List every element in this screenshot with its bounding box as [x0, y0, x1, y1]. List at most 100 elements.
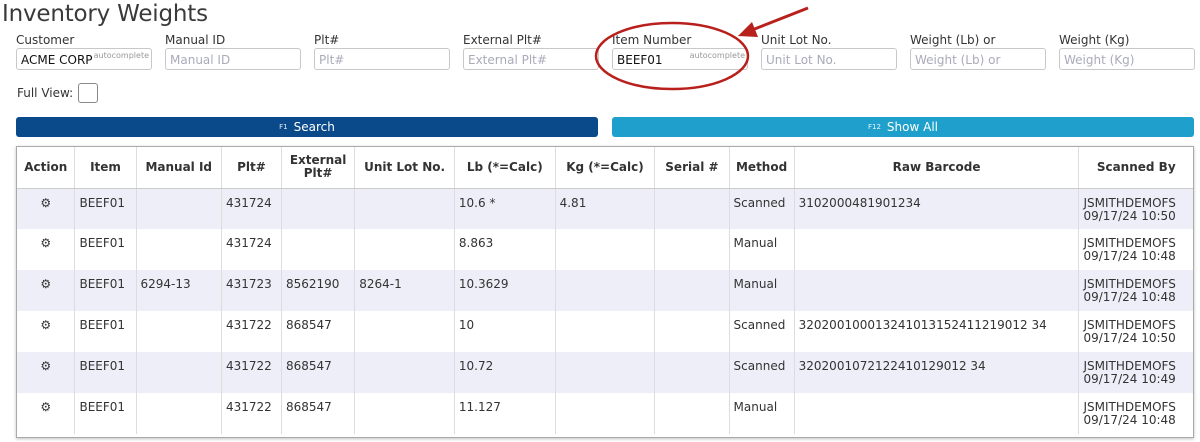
gears-icon[interactable]: ⚙ [40, 318, 51, 332]
unit-lot-field: Unit Lot No. [761, 33, 897, 70]
unit-lot-label: Unit Lot No. [761, 33, 832, 47]
weight-kg-field: Weight (Kg) [1059, 33, 1195, 70]
header-lb[interactable]: Lb (*=Calc) [454, 147, 556, 189]
plt-label: Plt# [314, 33, 340, 47]
gears-icon[interactable]: ⚙ [40, 400, 51, 414]
header-serial[interactable]: Serial # [654, 147, 730, 189]
scanned-by-user: JSMITHDEMOFS [1083, 359, 1176, 373]
cell-external-plt [281, 188, 356, 229]
plt-input[interactable] [315, 50, 449, 70]
header-manual-id[interactable]: Manual Id [136, 147, 222, 189]
cell-scanned-by: JSMITHDEMOFS 09/17/24 10:48 [1078, 393, 1193, 434]
cell-raw-barcode: 320200100013241013152411219012 34 [794, 311, 1080, 352]
weight-kg-label: Weight (Kg) [1059, 33, 1130, 47]
plt-box [314, 48, 450, 70]
cell-kg [555, 270, 656, 311]
cell-kg [555, 393, 656, 434]
cell-external-plt: 868547 [281, 393, 356, 434]
row-action-cell: ⚙ [17, 393, 76, 434]
full-view-label: Full View: [17, 86, 74, 100]
show-all-button-label: Show All [886, 120, 938, 134]
scanned-by-user: JSMITHDEMOFS [1083, 195, 1176, 210]
header-raw-barcode[interactable]: Raw Barcode [794, 147, 1080, 189]
weight-kg-input[interactable] [1060, 50, 1194, 70]
external-plt-input[interactable] [464, 50, 598, 70]
full-view-checkbox[interactable] [78, 83, 99, 103]
cell-item: BEEF01 [74, 270, 137, 311]
cell-plt: 431722 [221, 311, 282, 352]
customer-input[interactable] [17, 50, 151, 70]
cell-raw-barcode: 3202001072122410129012 34 [794, 352, 1080, 393]
cell-manual-id [136, 188, 222, 229]
cell-method: Manual [729, 393, 795, 434]
gears-icon[interactable]: ⚙ [40, 359, 51, 373]
manual-id-box [165, 48, 301, 70]
header-external-plt-line1: External [289, 153, 347, 168]
header-item[interactable]: Item [74, 147, 137, 189]
search-button-label: Search [293, 120, 335, 134]
customer-field: Customer autocomplete [16, 33, 152, 70]
header-unit-lot[interactable]: Unit Lot No. [354, 147, 455, 189]
scanned-by-time: 09/17/24 10:48 [1083, 413, 1176, 427]
cell-kg [555, 352, 656, 393]
header-external-plt[interactable]: External Plt# [281, 147, 356, 189]
cell-item: BEEF01 [74, 188, 137, 229]
gears-icon[interactable]: ⚙ [40, 277, 51, 291]
cell-scanned-by: JSMITHDEMOFS 09/17/24 10:50 [1078, 188, 1193, 229]
cell-manual-id [136, 311, 222, 352]
cell-unit-lot [354, 229, 455, 270]
table-row: ⚙ BEEF01 431722 868547 11.127 Manual JSM… [17, 393, 1193, 434]
show-all-button[interactable]: F12 Show All [612, 117, 1194, 137]
cell-serial [654, 188, 730, 229]
cell-method: Scanned [729, 352, 795, 393]
cell-manual-id [136, 229, 222, 270]
gears-icon[interactable]: ⚙ [40, 236, 51, 250]
manual-id-label: Manual ID [165, 33, 226, 47]
gears-icon[interactable]: ⚙ [40, 196, 51, 210]
cell-method: Manual [729, 229, 795, 270]
header-action[interactable]: Action [17, 147, 76, 189]
manual-id-input[interactable] [166, 50, 300, 70]
table-row: ⚙ BEEF01 431722 868547 10 Scanned 320200… [17, 311, 1193, 352]
row-action-cell: ⚙ [17, 270, 76, 311]
cell-raw-barcode [794, 229, 1080, 270]
unit-lot-input[interactable] [762, 50, 896, 70]
item-number-field: Item Number autocomplete [612, 33, 748, 70]
scanned-by-user: JSMITHDEMOFS [1083, 277, 1176, 291]
cell-method: Scanned [729, 311, 795, 352]
page-title: Inventory Weights [2, 1, 208, 27]
cell-serial [654, 393, 730, 434]
cell-lb: 10.72 [454, 352, 556, 393]
cell-kg: 4.81 [555, 188, 656, 229]
scanned-by-time: 09/17/24 10:49 [1083, 372, 1176, 386]
weight-lb-box [910, 48, 1046, 70]
header-method[interactable]: Method [729, 147, 795, 189]
header-kg[interactable]: Kg (*=Calc) [555, 147, 656, 189]
search-button[interactable]: F1 Search [16, 117, 598, 137]
results-table: Action Item Manual Id Plt# External Plt# … [17, 147, 1193, 434]
cell-item: BEEF01 [74, 229, 137, 270]
row-action-cell: ⚙ [17, 188, 76, 229]
manual-id-field: Manual ID [165, 33, 301, 70]
customer-box: autocomplete [16, 48, 152, 70]
cell-raw-barcode: 3102000481901234 [794, 188, 1080, 229]
cell-raw-barcode [794, 393, 1080, 434]
item-number-label: Item Number [612, 33, 692, 47]
weight-lb-input[interactable] [911, 50, 1045, 70]
cell-item: BEEF01 [74, 311, 137, 352]
cell-plt: 431724 [221, 229, 282, 270]
table-row: ⚙ BEEF01 431724 8.863 Manual JSMITHDEMOF… [17, 229, 1193, 270]
cell-external-plt: 8562190 [281, 270, 356, 311]
cell-scanned-by: JSMITHDEMOFS 09/17/24 10:48 [1078, 270, 1193, 311]
cell-scanned-by: JSMITHDEMOFS 09/17/24 10:49 [1078, 352, 1193, 393]
results-grid: Action Item Manual Id Plt# External Plt# … [16, 146, 1194, 438]
header-scanned-by[interactable]: Scanned By [1078, 147, 1193, 189]
scanned-by-time: 09/17/24 10:48 [1083, 249, 1176, 263]
cell-unit-lot [354, 188, 455, 229]
cell-external-plt: 868547 [281, 311, 356, 352]
header-plt[interactable]: Plt# [221, 147, 282, 189]
table-row: ⚙ BEEF01 431722 868547 10.72 Scanned 320… [17, 352, 1193, 393]
item-number-input[interactable] [613, 50, 747, 70]
plt-field: Plt# [314, 33, 450, 70]
cell-lb: 10.3629 [454, 270, 556, 311]
